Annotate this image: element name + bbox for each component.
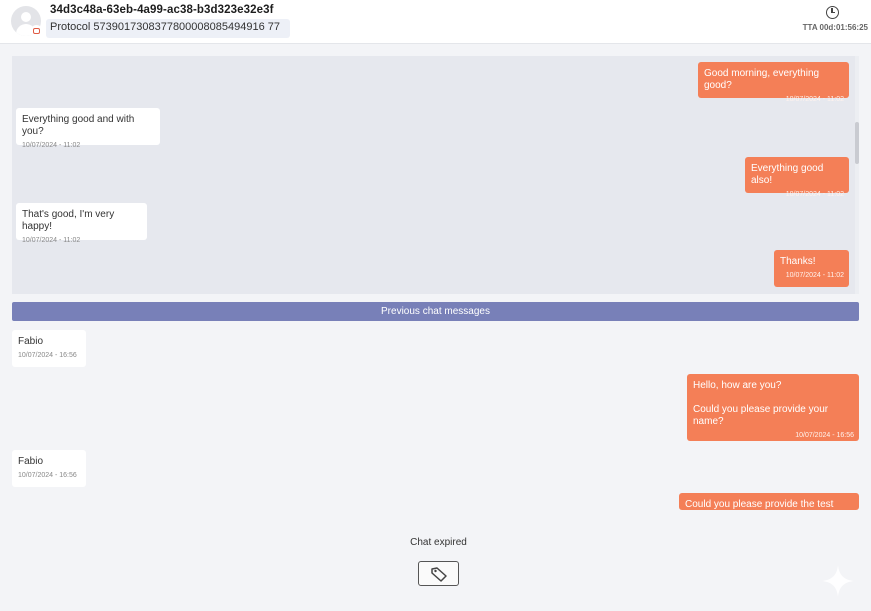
- message-bubble: Hello, how are you? Could you please pro…: [687, 374, 859, 441]
- message-time: 10/07/2024 - 11:02: [22, 237, 81, 244]
- message-time: 10/07/2024 - 11:02: [785, 96, 844, 103]
- tag-button[interactable]: [418, 561, 459, 586]
- message-text: That's good, I'm very happy!: [22, 209, 115, 232]
- message-text: Could you please provide the test card?: [685, 499, 834, 510]
- message-time: 10/07/2024 - 11:02: [22, 142, 81, 149]
- clock-icon: [826, 6, 839, 19]
- message-text: Hello, how are you? Could you please pro…: [693, 380, 829, 427]
- message-time: 10/07/2024 - 16:56: [18, 352, 77, 359]
- chat-header: 34d3c48a-63eb-4a99-ac38-b3d323e32e3f Pro…: [0, 0, 871, 44]
- message-text: Everything good also!: [751, 163, 824, 186]
- message-bubble: Thanks! 10/07/2024 - 11:02: [774, 250, 849, 287]
- message-bubble: Fabio 10/07/2024 - 16:56: [12, 450, 86, 487]
- history-scrollbar-thumb[interactable]: [855, 122, 859, 164]
- history-scrollbar[interactable]: [855, 56, 859, 294]
- message-text: Thanks!: [780, 256, 816, 267]
- ticket-id: 34d3c48a-63eb-4a99-ac38-b3d323e32e3f: [50, 4, 274, 16]
- tag-icon: [431, 567, 447, 582]
- message-bubble: Everything good and with you? 10/07/2024…: [16, 108, 160, 149]
- message-time: 10/07/2024 - 16:56: [795, 432, 854, 439]
- tta-timer: TTA 00d:01:56:25: [802, 23, 868, 32]
- previous-chat-history[interactable]: Good morning, everything good? 10/07/202…: [12, 56, 859, 294]
- previous-chat-divider[interactable]: Previous chat messages: [12, 302, 859, 321]
- message-text: Everything good and with you?: [22, 114, 135, 137]
- message-bubble: Good morning, everything good? 10/07/202…: [698, 62, 849, 103]
- sparkle-icon: [822, 565, 854, 597]
- message-bubble: That's good, I'm very happy! 10/07/2024 …: [16, 203, 147, 244]
- message-time: 10/07/2024 - 11:02: [785, 191, 844, 198]
- message-bubble: Could you please provide the test card?: [679, 493, 859, 510]
- chat-expired-label: Chat expired: [410, 537, 467, 548]
- message-bubble: Everything good also! 10/07/2024 - 11:02: [745, 157, 849, 198]
- message-text: Fabio: [18, 456, 44, 467]
- message-bubble: Fabio 10/07/2024 - 16:56: [12, 330, 86, 367]
- protocol-number: Protocol 5739017308377800008085494916 77: [46, 19, 290, 38]
- channel-badge-icon: [31, 25, 42, 36]
- message-text: Good morning, everything good?: [704, 68, 820, 91]
- message-time: 10/07/2024 - 11:02: [785, 272, 844, 279]
- message-time: 10/07/2024 - 16:56: [18, 472, 77, 479]
- message-text: Fabio: [18, 336, 44, 347]
